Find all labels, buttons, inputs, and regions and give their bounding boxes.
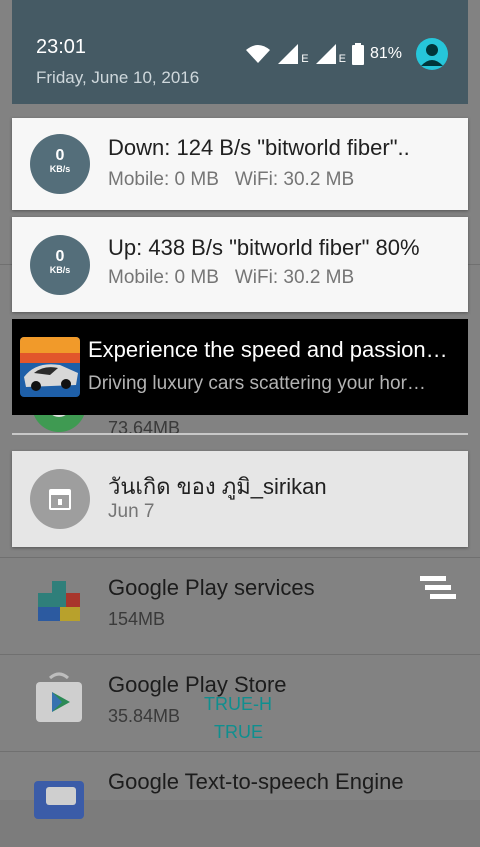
notification-title: Up: 438 B/s "bitworld fiber" 80% — [108, 235, 420, 260]
speed-badge-unit: KB/s — [49, 164, 71, 174]
shade-divider — [12, 433, 468, 435]
mobile-usage: Mobile: 0 MB — [108, 267, 219, 288]
notification-title: Experience the speed and passion… — [88, 337, 448, 362]
mobile-usage: Mobile: 0 MB — [108, 169, 219, 190]
google-play-store-icon — [36, 672, 82, 722]
notification-subtitle: Mobile: 0 MB WiFi: 30.2 MB — [108, 267, 354, 289]
wifi-usage: WiFi: 30.2 MB — [234, 267, 355, 288]
debug-overlay-text: TRUE — [214, 722, 263, 742]
speed-badge-unit: KB/s — [49, 265, 71, 275]
list-item[interactable]: Google Play services 154MB — [0, 557, 480, 653]
network-type-label: E — [301, 53, 309, 65]
notification-subtitle: Driving luxury cars scattering your hor… — [88, 373, 426, 394]
user-avatar-icon[interactable] — [416, 38, 448, 70]
battery-percent: 81% — [369, 45, 402, 62]
person-icon — [421, 44, 443, 66]
app-size: 154MB — [108, 609, 166, 629]
notification-upload-speed[interactable]: 0 KB/s Up: 438 B/s "bitworld fiber" 80% … — [12, 217, 468, 312]
notification-title: Down: 124 B/s "bitworld fiber".. — [108, 135, 410, 160]
debug-overlay-text: TRUE-H — [204, 694, 272, 714]
status-date[interactable]: Friday, June 10, 2016 — [36, 68, 199, 88]
speed-badge-value: 0 — [55, 248, 65, 265]
clear-all-icon[interactable] — [420, 576, 456, 604]
notification-subtitle: Mobile: 0 MB WiFi: 30.2 MB — [108, 169, 354, 191]
wifi-usage: WiFi: 30.2 MB — [234, 169, 355, 190]
notification-download-speed[interactable]: 0 KB/s Down: 124 B/s "bitworld fiber".. … — [12, 118, 468, 210]
list-item[interactable]: Google Text-to-speech Engine — [0, 751, 480, 847]
notification-subtitle: Jun 7 — [108, 501, 155, 522]
cell-signal-icon — [278, 44, 299, 64]
speed-badge-icon: 0 KB/s — [30, 134, 90, 194]
battery-icon — [351, 43, 364, 65]
notification-title: วันเกิด ของ ภูมิ_sirikan — [108, 474, 327, 499]
racing-game-icon — [20, 337, 80, 397]
notification-calendar-event[interactable]: วันเกิด ของ ภูมิ_sirikan Jun 7 — [12, 451, 468, 547]
status-time: 23:01 — [36, 36, 87, 58]
app-name: Google Text-to-speech Engine — [108, 769, 404, 794]
notification-shade-header: 23:01 Friday, June 10, 2016 E E 81% — [12, 0, 468, 104]
status-icons: E E 81% — [245, 36, 448, 72]
google-play-services-icon — [38, 581, 80, 621]
text-to-speech-icon — [34, 781, 84, 819]
speed-badge-value: 0 — [55, 147, 65, 164]
wifi-icon — [246, 45, 271, 63]
speed-badge-icon: 0 KB/s — [30, 235, 90, 295]
notification-game-promo[interactable]: Experience the speed and passion… Drivin… — [12, 319, 468, 415]
network-type-label: E — [338, 53, 346, 65]
app-size: 35.84MB — [108, 706, 181, 726]
cell-signal-icon — [315, 44, 336, 64]
app-name: Google Play services — [108, 575, 315, 600]
app-size: 73.64MB — [108, 418, 181, 438]
calendar-icon — [30, 469, 90, 529]
